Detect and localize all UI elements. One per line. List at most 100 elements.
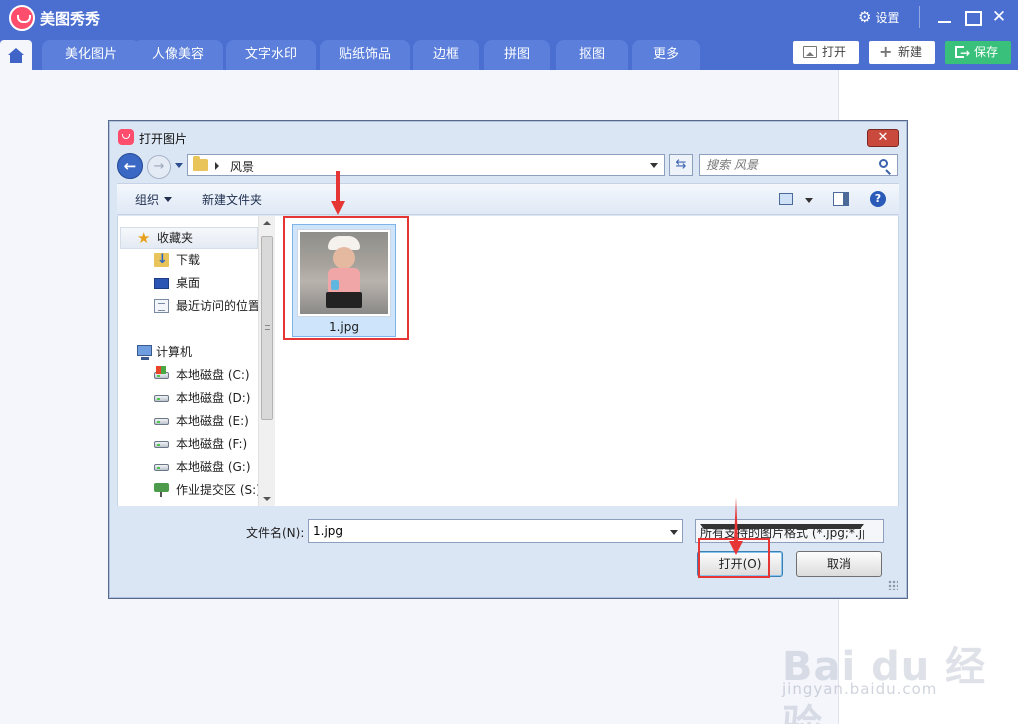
sidebar-item-network-s[interactable]: 作业提交区 (S:) — [154, 480, 274, 500]
tab-collage[interactable]: 拼图 — [484, 40, 550, 70]
computer-label: 计算机 — [156, 345, 193, 359]
download-folder-icon — [154, 250, 169, 270]
home-icon[interactable] — [0, 40, 32, 70]
drive-label: 本地磁盘 (F:) — [176, 437, 248, 451]
history-dropdown-icon[interactable] — [175, 163, 183, 168]
drive-label: 本地磁盘 (D:) — [176, 391, 251, 405]
file-highlight-box — [283, 216, 409, 340]
sidebar-item-drive-f[interactable]: 本地磁盘 (F:) — [154, 434, 274, 454]
meitu-small-logo-icon — [118, 129, 134, 145]
resize-grip-icon[interactable] — [888, 580, 898, 590]
new-folder-button[interactable]: 新建文件夹 — [202, 191, 262, 208]
recent-places-icon — [154, 299, 169, 313]
desktop-label: 桌面 — [176, 276, 201, 290]
downloads-label: 下载 — [176, 253, 201, 267]
save-button[interactable]: 保存 — [945, 41, 1011, 65]
address-bar[interactable]: 风景 — [187, 154, 665, 176]
settings-label: 设置 — [875, 10, 900, 25]
new-button[interactable]: + 新建 — [869, 41, 935, 64]
watermark-logo: Bai du 经验 — [782, 644, 987, 724]
windows-logo-icon — [156, 366, 166, 374]
organize-menu[interactable]: 组织 — [135, 191, 173, 208]
scroll-thumb[interactable] — [261, 236, 273, 420]
scroll-down-icon[interactable] — [263, 497, 271, 501]
organize-label: 组织 — [135, 193, 160, 207]
computer-icon — [137, 345, 152, 360]
settings-button[interactable]: ⚙ 设置 — [858, 8, 899, 26]
sidebar-item-recent[interactable]: 最近访问的位置 — [154, 296, 274, 316]
desktop-icon — [154, 278, 169, 289]
view-mode-icon[interactable] — [779, 193, 793, 205]
cancel-button[interactable]: 取消 — [796, 551, 882, 577]
filename-input[interactable] — [313, 523, 653, 539]
tab-more[interactable]: 更多 — [632, 40, 700, 70]
sidebar-item-downloads[interactable]: 下载 — [154, 250, 274, 270]
forward-arrow-icon[interactable]: → — [147, 155, 171, 179]
sidebar-item-drive-c[interactable]: 本地磁盘 (C:) — [154, 365, 274, 385]
grip-icon — [265, 325, 270, 330]
navigation-pane: ★ 收藏夹 下载 桌面 最近访问的位置 计算机 本地磁盘 (C:) 本地磁盘 (… — [117, 216, 277, 506]
scroll-up-icon[interactable] — [263, 221, 271, 225]
dialog-title: 打开图片 — [139, 132, 188, 146]
drive-label: 本地磁盘 (C:) — [176, 368, 250, 382]
recent-label: 最近访问的位置 — [176, 299, 261, 313]
filename-combobox[interactable] — [308, 519, 683, 543]
search-box[interactable] — [699, 154, 898, 176]
drive-label: 本地磁盘 (G:) — [176, 460, 251, 474]
baidu-jingyan-watermark: Bai du 经验 jingyan.baidu.com — [782, 604, 1004, 724]
open-button[interactable]: 打开 — [793, 41, 859, 64]
save-label: 保存 — [974, 45, 999, 59]
plus-icon: + — [879, 42, 893, 61]
maximize-icon[interactable] — [963, 8, 982, 26]
chevron-down-icon — [164, 197, 173, 202]
watermark-url: jingyan.baidu.com — [782, 680, 938, 698]
tab-frames[interactable]: 边框 — [413, 40, 479, 70]
export-icon — [955, 42, 970, 65]
main-tab-bar: 美化图片 人像美容 文字水印 贴纸饰品 边框 拼图 抠图 更多 打开 + 新建 … — [0, 38, 1018, 70]
app-title: 美图秀秀 — [40, 10, 101, 28]
open-label: 打开 — [822, 45, 847, 59]
drive-icon — [154, 464, 169, 471]
sidebar-item-desktop[interactable]: 桌面 — [154, 273, 274, 293]
nav-scrollbar[interactable] — [258, 216, 275, 506]
sidebar-item-drive-d[interactable]: 本地磁盘 (D:) — [154, 388, 274, 408]
pointer-arrow-icon — [729, 497, 743, 555]
tab-stickers[interactable]: 贴纸饰品 — [320, 40, 410, 70]
sidebar-item-computer[interactable]: 计算机 — [137, 342, 267, 362]
preview-pane-icon[interactable] — [833, 192, 849, 206]
minimize-icon[interactable] — [936, 8, 954, 26]
tab-beautify[interactable]: 美化图片 — [42, 40, 140, 70]
refresh-icon[interactable]: ⇆ — [669, 154, 693, 176]
app-title-bar: 美图秀秀 ⚙ 设置 ✕ — [0, 0, 1018, 38]
sidebar-item-drive-g[interactable]: 本地磁盘 (G:) — [154, 457, 274, 477]
pointer-arrow-icon — [331, 171, 345, 215]
dialog-toolbar: 组织 新建文件夹 ? — [117, 183, 899, 215]
back-arrow-icon[interactable]: ← — [117, 153, 143, 179]
address-dropdown-icon[interactable] — [650, 163, 658, 168]
search-input[interactable] — [706, 157, 876, 173]
filename-label: 文件名(N): — [246, 526, 305, 540]
drive-label: 本地磁盘 (E:) — [176, 414, 249, 428]
star-icon: ★ — [137, 229, 151, 247]
image-icon — [803, 46, 817, 58]
breadcrumb[interactable]: 风景 — [230, 158, 254, 175]
close-icon[interactable]: ✕ — [990, 8, 1008, 26]
tab-text-watermark[interactable]: 文字水印 — [226, 40, 316, 70]
drive-icon — [154, 418, 169, 425]
drive-label: 作业提交区 (S:) — [176, 483, 261, 497]
breadcrumb-chevron-icon[interactable] — [215, 162, 219, 170]
favorites-label: 收藏夹 — [157, 231, 194, 245]
sidebar-item-favorites[interactable]: ★ 收藏夹 — [120, 227, 258, 249]
tab-cutout[interactable]: 抠图 — [556, 40, 628, 70]
drive-icon — [154, 441, 169, 448]
file-type-dropdown-icon[interactable] — [700, 524, 864, 529]
help-icon[interactable]: ? — [870, 191, 886, 207]
view-dropdown-icon[interactable] — [805, 198, 813, 203]
sidebar-item-drive-e[interactable]: 本地磁盘 (E:) — [154, 411, 274, 431]
dialog-close-button[interactable]: ✕ — [867, 129, 899, 147]
search-icon[interactable] — [879, 159, 888, 168]
tab-portrait[interactable]: 人像美容 — [133, 40, 223, 70]
open-image-dialog: 打开图片 ✕ ← → 风景 ⇆ 组织 新建文件夹 ? ★ 收藏夹 — [108, 120, 908, 599]
new-label: 新建 — [898, 45, 923, 59]
filename-dropdown-icon[interactable] — [670, 530, 678, 535]
